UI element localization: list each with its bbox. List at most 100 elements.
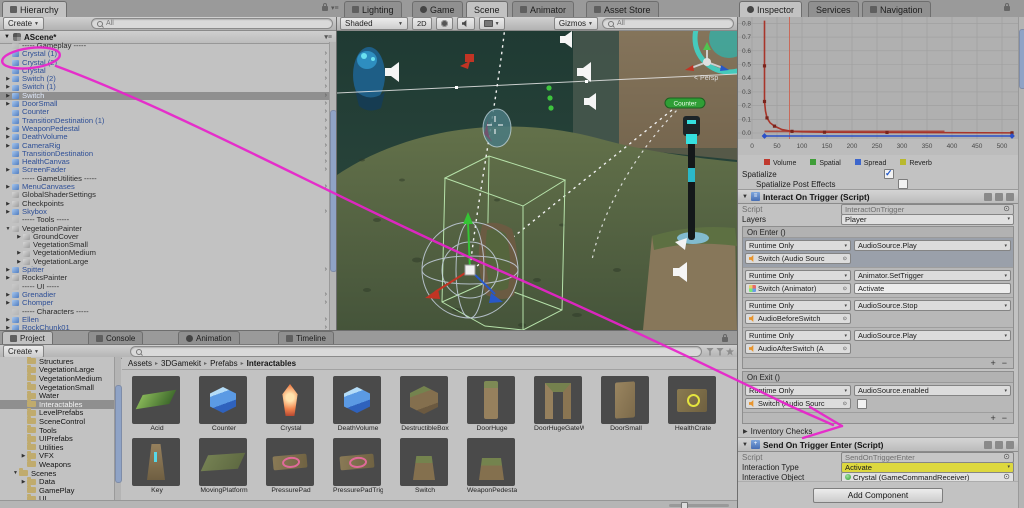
foldout-triangle-icon[interactable]: ▶ [4, 100, 12, 108]
asset-tile[interactable]: Counter [199, 376, 249, 432]
scene-audio-toggle[interactable] [456, 17, 475, 30]
foldout-triangle-icon[interactable]: ▶ [4, 266, 12, 274]
project-folder-item[interactable]: VegetationLarge [0, 364, 114, 374]
hierarchy-scroll-thumb[interactable] [330, 110, 336, 272]
foldout-triangle-icon[interactable]: ▶ [4, 125, 12, 133]
prefab-select-arrow[interactable]: › [325, 150, 327, 158]
asset-tile[interactable]: PressurePad [266, 438, 316, 494]
object-picker-icon[interactable]: ⊙ [840, 286, 847, 292]
inventory-checks-foldout[interactable]: ▶ Inventory Checks [738, 426, 1018, 437]
foldout-triangle-icon[interactable]: ▶ [4, 316, 12, 324]
interaction-type-dropdown[interactable]: Activate ▾ [841, 461, 1014, 473]
prefab-select-arrow[interactable]: › [325, 158, 327, 166]
event-target-object-field[interactable]: Switch (Audio Sourc ⊙ [745, 398, 851, 409]
asset-tile[interactable]: Crystal [266, 376, 316, 432]
shading-mode-dropdown[interactable]: Shaded ▼ [340, 17, 408, 30]
inspector-scroll-thumb[interactable] [1019, 29, 1024, 89]
foldout-triangle-icon[interactable]: ▶ [15, 249, 23, 257]
hierarchy-item[interactable]: ----- Characters ----- [0, 307, 329, 316]
event-function-dropdown[interactable]: AudioSource.Play ▾ [854, 330, 1011, 341]
interact-on-trigger-header[interactable]: ▼ ≡ Interact On Trigger (Script) [738, 189, 1018, 204]
breadcrumb[interactable]: Assets ▸ 3DGamekit ▸ Prefabs ▸ Interactables [122, 357, 737, 370]
prefab-select-arrow[interactable]: › [325, 108, 327, 116]
prefab-select-arrow[interactable]: › [325, 142, 327, 150]
project-folder-item[interactable]: UIPrefabs [0, 433, 114, 443]
tab-navigation[interactable]: Navigation [862, 1, 931, 17]
project-folder-item[interactable]: Weapons [0, 459, 114, 469]
foldout-triangle-icon[interactable]: ▶ [4, 208, 12, 216]
hierarchy-item[interactable]: ▶ VegetationLarge [0, 257, 329, 266]
hierarchy-scrollbar[interactable] [329, 42, 336, 330]
prefab-select-arrow[interactable]: › [325, 125, 327, 133]
tab-services[interactable]: Services [808, 1, 859, 17]
object-picker-icon[interactable]: ⊙ [840, 256, 847, 262]
2d-toggle[interactable]: 2D [412, 17, 432, 30]
asset-tile[interactable]: Key [132, 438, 182, 494]
prefab-select-arrow[interactable]: › [325, 67, 327, 75]
remove-event-button[interactable]: − [1002, 413, 1007, 423]
foldout-triangle-icon[interactable]: ▶ [4, 83, 12, 91]
prefab-select-arrow[interactable]: › [325, 59, 327, 67]
prefab-select-arrow[interactable]: › [325, 83, 327, 91]
docs-icon[interactable] [984, 192, 992, 201]
prefab-select-arrow[interactable]: › [325, 183, 327, 191]
tab-project[interactable]: Project [2, 331, 53, 344]
object-picker-icon[interactable]: ⊙ [1003, 453, 1010, 461]
event-target-object-field[interactable]: AudioAfterSwitch (A ⊙ [745, 343, 851, 354]
event-mode-dropdown[interactable]: Runtime Only ▾ [745, 330, 851, 341]
foldout-triangle-icon[interactable]: ▶ [4, 291, 12, 299]
prefab-select-arrow[interactable]: › [325, 133, 327, 141]
prefab-select-arrow[interactable]: › [325, 117, 327, 125]
prefab-select-arrow[interactable]: › [325, 266, 327, 274]
hierarchy-panel-tools[interactable]: ▾≡ [322, 3, 339, 14]
tab-console[interactable]: Console [88, 331, 144, 344]
tab-hierarchy[interactable]: Hierarchy [2, 1, 67, 17]
hierarchy-item[interactable]: ▶ DoorSmall › [0, 99, 329, 108]
project-folder-item[interactable]: GamePlay [0, 485, 114, 495]
event-mode-dropdown[interactable]: Runtime Only ▾ [745, 385, 851, 396]
add-component-button[interactable]: Add Component [813, 487, 943, 503]
asset-tile[interactable]: MovingPlatform [199, 438, 249, 494]
prefab-select-arrow[interactable]: › [325, 75, 327, 83]
prefab-select-arrow[interactable]: › [325, 100, 327, 108]
tab-animation[interactable]: Animation [178, 331, 240, 344]
foldout-triangle-icon[interactable]: ▶ [4, 166, 12, 174]
scene-menu-icon[interactable]: ▾≡ [324, 32, 332, 43]
tab-asset-store[interactable]: Asset Store [586, 1, 659, 17]
persp-label[interactable]: < Persp [694, 75, 718, 82]
project-tree-scroll-thumb[interactable] [115, 385, 122, 483]
event-target-object-field[interactable]: AudioBeforeSwitch ⊙ [745, 313, 851, 324]
asset-tile[interactable]: Acid [132, 376, 182, 432]
event-function-dropdown[interactable]: AudioSource.Stop ▾ [854, 300, 1011, 311]
event-mode-dropdown[interactable]: Runtime Only ▾ [745, 270, 851, 281]
tab-game[interactable]: Game [412, 1, 463, 17]
project-folder-item[interactable]: VegetationMedium [0, 373, 114, 383]
foldout-triangle-icon[interactable]: ▶ [15, 233, 23, 241]
foldout-triangle-icon[interactable]: ▶ [4, 200, 12, 208]
project-folder-item[interactable]: Water [0, 390, 114, 400]
scene-search-input[interactable]: All [602, 18, 734, 29]
foldout-triangle-icon[interactable]: ▶ [4, 75, 12, 83]
foldout-triangle-icon[interactable]: ▶ [4, 142, 12, 150]
scene-viewport[interactable]: Counter < Persp [337, 30, 737, 330]
event-mode-dropdown[interactable]: Runtime Only ▾ [745, 300, 851, 311]
spatialize-post-checkbox[interactable] [898, 179, 908, 189]
foldout-triangle-icon[interactable]: ▶ [4, 133, 12, 141]
breadcrumb-segment[interactable]: 3DGamekit [161, 359, 201, 368]
prefab-select-arrow[interactable]: › [325, 50, 327, 58]
event-function-dropdown[interactable]: AudioSource.Play ▾ [854, 240, 1011, 251]
project-folder-item[interactable]: Interactables [0, 399, 114, 409]
foldout-triangle-icon[interactable]: ▶ [4, 299, 12, 307]
prefab-select-arrow[interactable]: › [325, 299, 327, 307]
asset-tile[interactable]: HealthCrate [668, 376, 718, 432]
send-on-trigger-enter-header[interactable]: ▼ + Send On Trigger Enter (Script) [738, 437, 1018, 452]
inspector-scrollbar[interactable] [1018, 17, 1024, 508]
scene-effects-dropdown[interactable]: ▼ [478, 17, 505, 30]
prefab-select-arrow[interactable]: › [325, 316, 327, 324]
object-picker-icon[interactable]: ⊙ [840, 346, 847, 352]
breadcrumb-segment[interactable]: Interactables [247, 359, 296, 368]
event-argument-checkbox[interactable] [857, 398, 867, 409]
counter-label[interactable]: Counter [664, 97, 706, 109]
event-mode-dropdown[interactable]: Runtime Only ▾ [745, 240, 851, 251]
layers-dropdown[interactable]: Player ▾ [841, 213, 1014, 225]
